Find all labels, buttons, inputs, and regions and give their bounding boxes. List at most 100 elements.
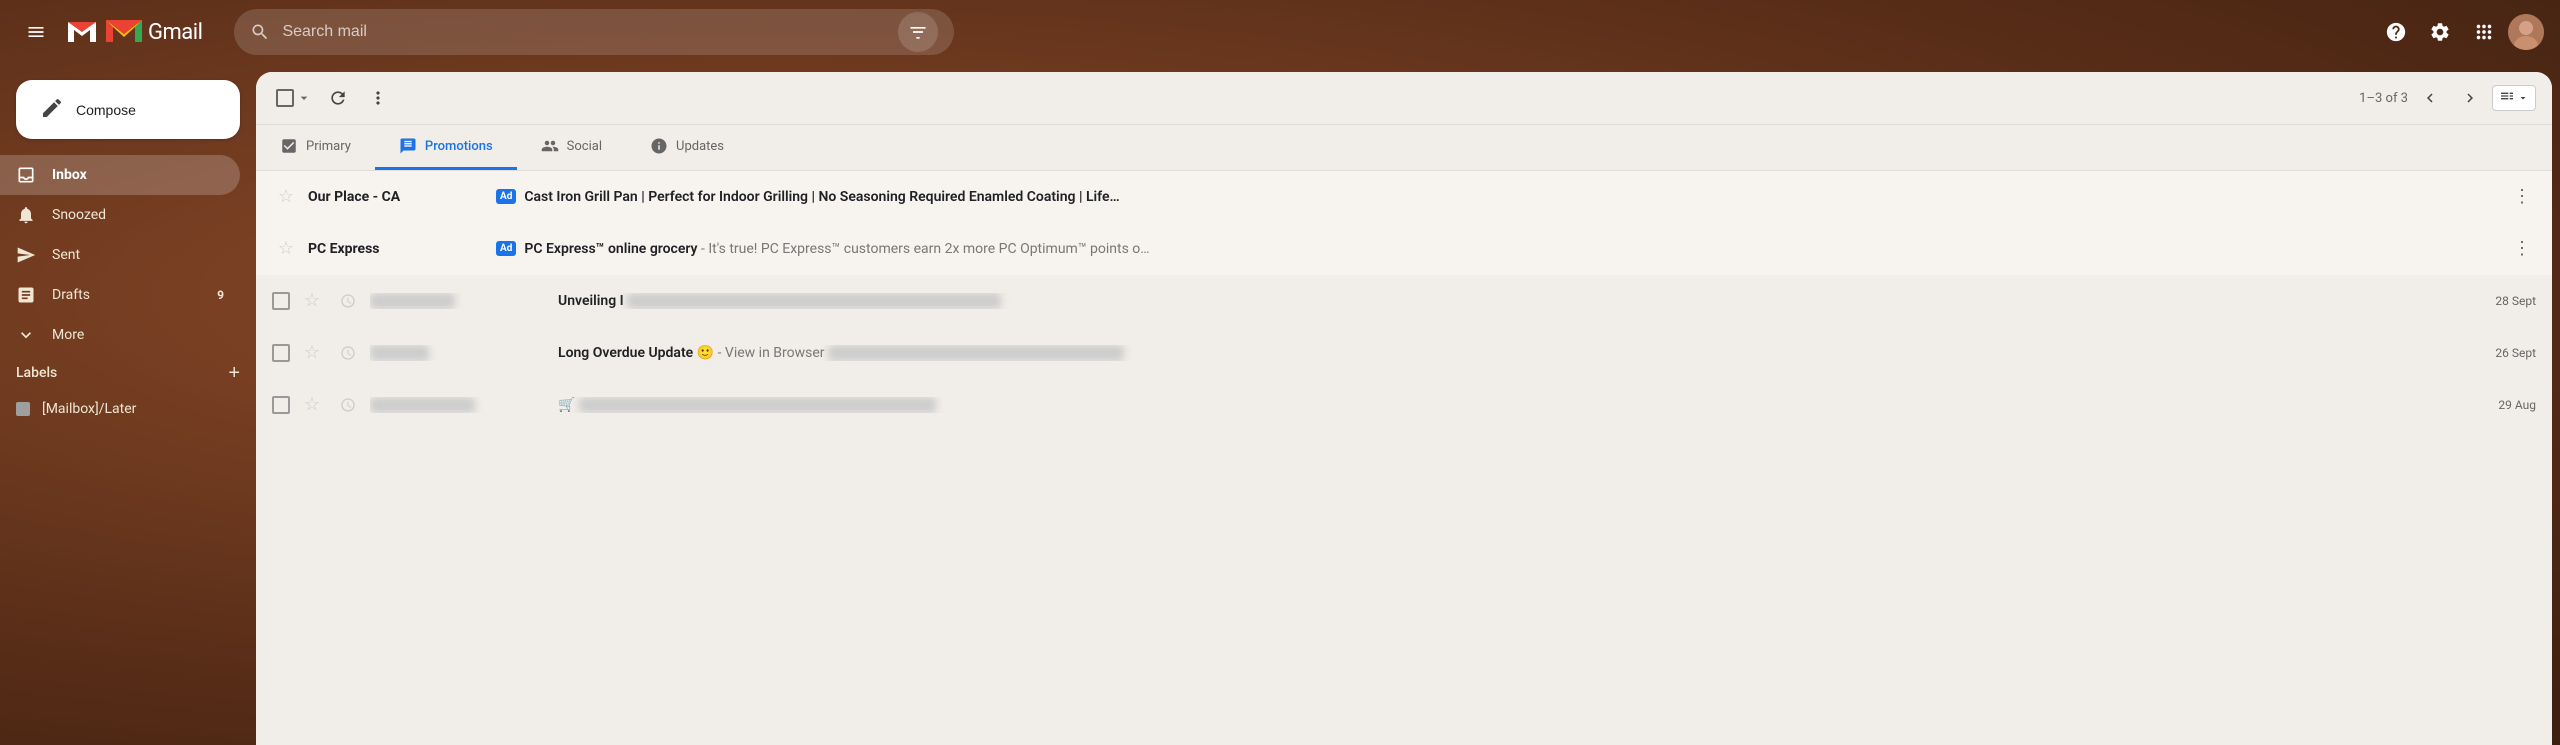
drafts-count: 9: [217, 288, 224, 302]
top-bar: Gmail: [0, 0, 2560, 64]
inbox-icon: [16, 165, 36, 185]
labels-title: Labels: [16, 365, 57, 381]
email-sender: Sender Name: [370, 293, 550, 309]
tab-updates-label: Updates: [676, 139, 724, 154]
more-toolbar-button[interactable]: [360, 80, 396, 116]
blurred-preview: blurred content here lorem ipsum dolor s…: [627, 293, 1000, 309]
view-toggle-button[interactable]: [2492, 85, 2536, 111]
label-dot-icon: [16, 402, 30, 416]
snooze-button[interactable]: [334, 391, 362, 419]
sidebar-sent-label: Sent: [52, 247, 80, 263]
sidebar-item-inbox[interactable]: Inbox: [0, 155, 240, 195]
email-list: ☆ Our Place - CA Ad Cast Iron Grill Pan …: [256, 171, 2552, 745]
tab-social[interactable]: Social: [517, 125, 626, 170]
tab-promotions[interactable]: Promotions: [375, 125, 517, 170]
email-date: 26 Sept: [2476, 346, 2536, 360]
primary-tab-icon: [280, 137, 298, 155]
email-preview: - View in Browser: [718, 345, 828, 361]
sent-icon: [16, 245, 36, 265]
email-subject: Unveiling I: [558, 293, 624, 309]
email-more-button[interactable]: ⋮: [2508, 183, 2536, 211]
avatar[interactable]: [2508, 14, 2544, 50]
tab-primary[interactable]: Primary: [256, 125, 375, 170]
star-button[interactable]: ☆: [298, 287, 326, 315]
sidebar: Compose Inbox Snoozed: [0, 64, 256, 745]
email-sender: PC Express: [308, 241, 488, 257]
table-row[interactable]: ☆ Sender Name Unveiling I blurred conten…: [256, 275, 2552, 327]
view-dropdown-icon: [2517, 92, 2529, 104]
email-tabs: Primary Promotions Social Updates: [256, 125, 2552, 171]
star-button[interactable]: ☆: [272, 235, 300, 263]
sidebar-item-drafts[interactable]: Drafts 9: [0, 275, 240, 315]
search-bar: [234, 9, 954, 55]
drafts-icon: [16, 285, 36, 305]
promotions-tab-icon: [399, 137, 417, 155]
blurred-sender: Sender Name: [370, 293, 455, 309]
email-checkbox[interactable]: [272, 396, 290, 414]
email-subject: Long Overdue Update 🙂: [558, 345, 714, 361]
blurred-sender: Sp Sender Name: [370, 397, 475, 413]
select-checkbox-button[interactable]: [272, 80, 316, 116]
apps-button[interactable]: [2464, 12, 2504, 52]
pagination-info: 1–3 of 3: [2359, 80, 2536, 116]
email-date: 28 Sept: [2476, 294, 2536, 308]
email-checkbox[interactable]: [272, 344, 290, 362]
email-subject: PC Express™ online grocery: [524, 241, 697, 257]
refresh-button[interactable]: [320, 80, 356, 116]
prev-page-button[interactable]: [2412, 80, 2448, 116]
compose-pen-icon: [40, 96, 64, 123]
email-sender: Li Sender: [370, 345, 550, 361]
compose-button[interactable]: Compose: [16, 80, 240, 139]
labels-header: Labels +: [0, 355, 256, 391]
logo-area: Gmail: [64, 14, 202, 50]
tab-promotions-label: Promotions: [425, 139, 493, 154]
search-filter-button[interactable]: [898, 12, 938, 52]
more-nav-icon: [16, 325, 36, 345]
social-tab-icon: [541, 137, 559, 155]
view-icon: [2499, 90, 2515, 106]
table-row[interactable]: ☆ Sp Sender Name 🛒 blurred subject and p…: [256, 379, 2552, 431]
sidebar-item-sent[interactable]: Sent: [0, 235, 240, 275]
search-icon: [250, 22, 270, 42]
snooze-button[interactable]: [334, 339, 362, 367]
hamburger-button[interactable]: [16, 12, 56, 52]
tab-social-label: Social: [567, 139, 602, 154]
snoozed-icon: [16, 205, 36, 225]
email-sender: Our Place - CA: [308, 189, 488, 205]
google-m-icon: [60, 18, 96, 46]
search-input[interactable]: [282, 23, 886, 41]
blurred-sender: Li Sender: [370, 345, 429, 361]
settings-button[interactable]: [2420, 12, 2460, 52]
select-dropdown-icon: [296, 90, 312, 106]
help-button[interactable]: [2376, 12, 2416, 52]
updates-tab-icon: [650, 137, 668, 155]
ad-badge: Ad: [496, 189, 516, 204]
select-all-checkbox[interactable]: [276, 89, 294, 107]
sidebar-item-more[interactable]: More: [0, 315, 240, 355]
table-row[interactable]: ☆ Our Place - CA Ad Cast Iron Grill Pan …: [256, 171, 2552, 223]
label-item-mailbox-later[interactable]: [Mailbox]/Later: [0, 391, 240, 427]
tab-primary-label: Primary: [306, 139, 351, 154]
email-more-button[interactable]: ⋮: [2508, 235, 2536, 263]
star-button[interactable]: ☆: [272, 183, 300, 211]
email-sender: Sp Sender Name: [370, 397, 550, 413]
next-page-button[interactable]: [2452, 80, 2488, 116]
star-button[interactable]: ☆: [298, 391, 326, 419]
add-label-button[interactable]: +: [228, 363, 240, 383]
table-row[interactable]: ☆ Li Sender Long Overdue Update 🙂 - View…: [256, 327, 2552, 379]
snooze-button[interactable]: [334, 287, 362, 315]
tab-updates[interactable]: Updates: [626, 125, 748, 170]
table-row[interactable]: ☆ PC Express Ad PC Express™ online groce…: [256, 223, 2552, 275]
main-layout: Compose Inbox Snoozed: [0, 64, 2560, 745]
star-button[interactable]: ☆: [298, 339, 326, 367]
email-subject-preview: Cast Iron Grill Pan | Perfect for Indoor…: [524, 189, 2500, 205]
email-subject-preview: PC Express™ online grocery - It's true! …: [524, 241, 2500, 257]
cart-icon: 🛒: [558, 397, 575, 413]
compose-label: Compose: [76, 102, 136, 118]
sidebar-snoozed-label: Snoozed: [52, 207, 106, 223]
pagination-text: 1–3 of 3: [2359, 91, 2408, 106]
email-checkbox[interactable]: [272, 292, 290, 310]
label-mailbox-later-text: [Mailbox]/Later: [42, 401, 136, 417]
ad-badge: Ad: [496, 241, 516, 256]
sidebar-item-snoozed[interactable]: Snoozed: [0, 195, 240, 235]
